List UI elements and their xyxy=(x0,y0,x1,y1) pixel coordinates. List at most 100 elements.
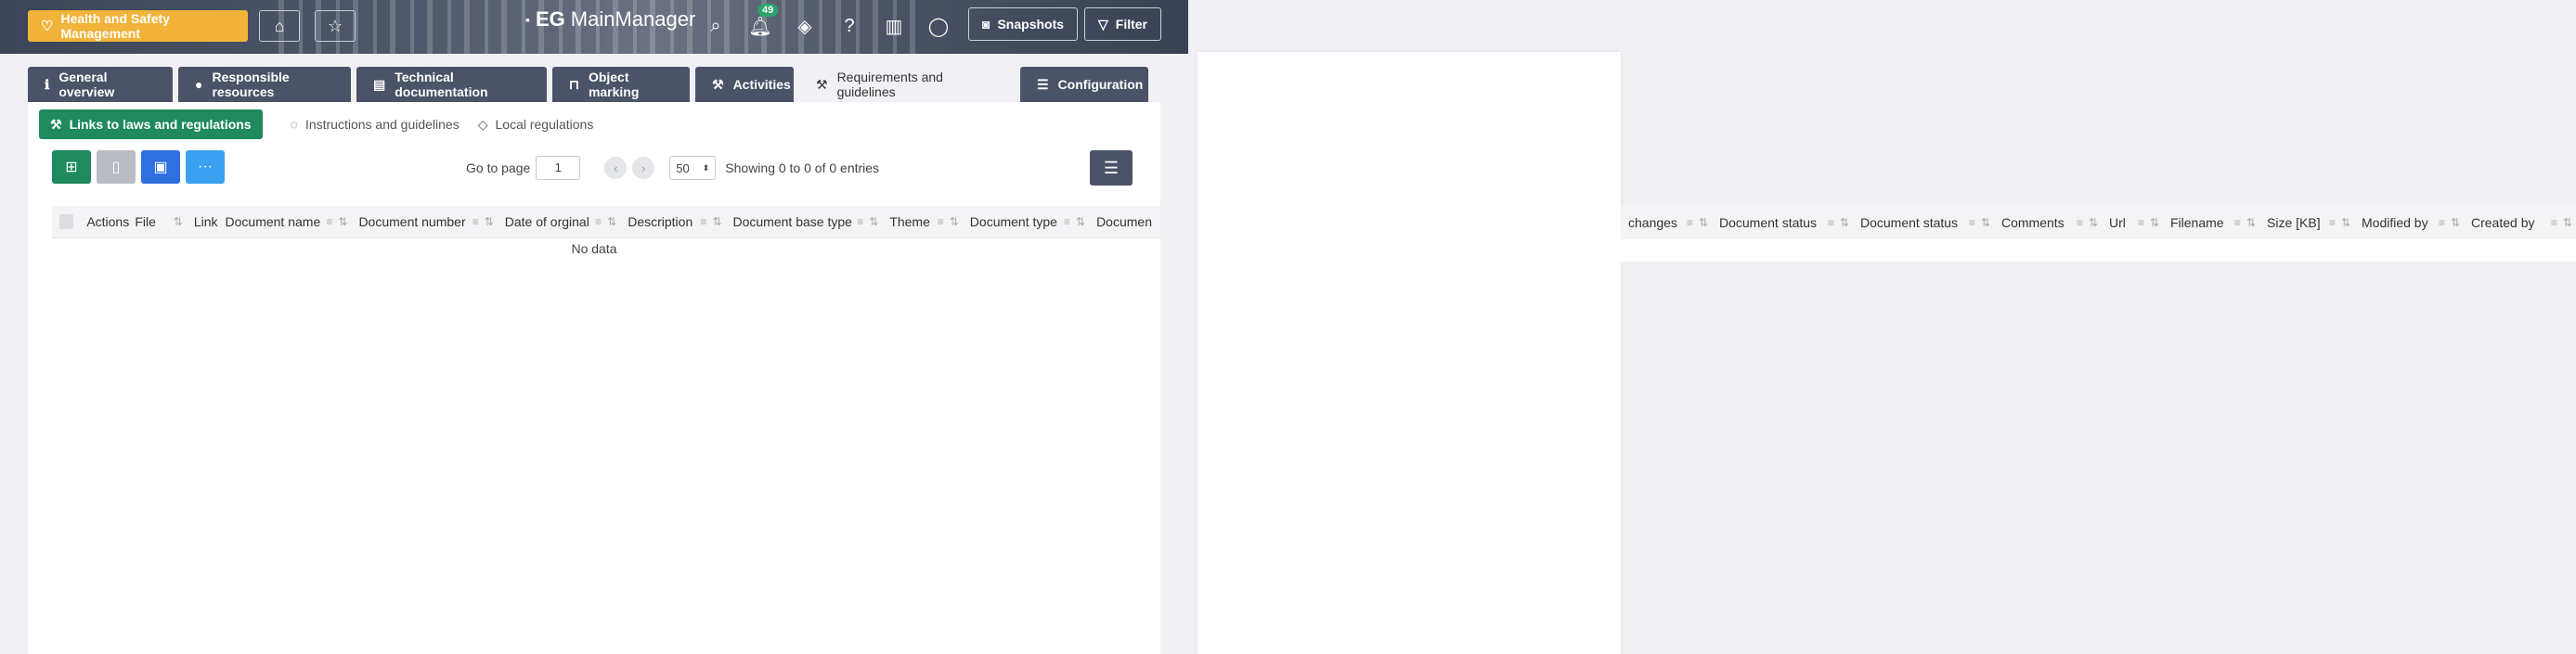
filter-button[interactable]: ▽ Filter xyxy=(1084,7,1162,41)
blank-panel xyxy=(1197,52,1621,654)
add-file-icon: ⊞ xyxy=(65,160,78,175)
column-header-document-name[interactable]: Document name ≡ ⇅ xyxy=(218,206,352,237)
export-pdf-button[interactable]: ▣ xyxy=(141,150,180,184)
ellipsis-icon: ··· xyxy=(198,159,213,174)
tab-label: Technical documentation xyxy=(395,70,488,99)
next-page-icon[interactable]: › xyxy=(632,157,655,179)
funnel-icon: ▽ xyxy=(1098,16,1108,32)
tab-label: Responsible resources xyxy=(212,70,290,99)
subtab-links-to-laws[interactable]: ⚒ Links to laws and regulations xyxy=(39,109,263,139)
pagination: Go to page 1 ‹ › 50 ⬍ Showing 0 to 0 of … xyxy=(466,156,879,180)
table-toolbar: ⊞ ▯ ▣ ··· xyxy=(52,150,225,184)
column-header-changes[interactable]: changes ≡ ⇅ xyxy=(1621,207,1712,238)
module-button-label: Health and Safety Management xyxy=(60,11,170,41)
filter-lines-icon: ≡ xyxy=(857,215,864,228)
tab-responsible-resources[interactable]: ● Responsible resources xyxy=(178,67,351,102)
column-header-file[interactable]: File ⇅ xyxy=(127,206,187,237)
book-icon[interactable]: ▥ xyxy=(882,14,906,38)
sort-icon: ⇅ xyxy=(2340,216,2350,229)
column-header-document-status[interactable]: Document status ≡ ⇅ xyxy=(1712,207,1853,238)
user-icon[interactable]: ◯ xyxy=(926,14,951,38)
column-header-document-type[interactable]: Document type ≡ ⇅ xyxy=(963,206,1089,237)
filter-lines-icon: ≡ xyxy=(2233,216,2241,229)
subtab-label: Local regulations xyxy=(495,117,594,132)
filter-lines-icon: ≡ xyxy=(595,215,602,228)
filter-lines-icon: ≡ xyxy=(1063,215,1070,228)
sort-icon: ⇅ xyxy=(1076,215,1086,228)
list-icon: ☰ xyxy=(1103,158,1120,177)
filter-lines-icon: ≡ xyxy=(2550,216,2557,229)
snapshots-label: Snapshots xyxy=(997,17,1065,32)
tab-label: General overview xyxy=(58,70,115,99)
filter-lines-icon: ≡ xyxy=(1827,216,1834,229)
column-header-link[interactable]: Link xyxy=(187,206,218,237)
disabled-file-button[interactable]: ▯ xyxy=(97,150,136,184)
filter-lines-icon: ≡ xyxy=(2328,216,2336,229)
empty-table-message: No data xyxy=(571,241,617,256)
notification-badge: 49 xyxy=(757,4,779,17)
column-header-size[interactable]: Size [KB] ≡ ⇅ xyxy=(2259,207,2354,238)
favorites-button[interactable]: ☆ xyxy=(315,10,356,42)
diamond-icon: ◇ xyxy=(477,116,488,132)
select-all-checkbox[interactable] xyxy=(59,214,74,229)
column-header-date-of-original[interactable]: Date of orginal ≡ ⇅ xyxy=(498,206,620,237)
sort-icon: ⇅ xyxy=(607,215,617,228)
tab-technical-documentation[interactable]: ▤ Technical documentation xyxy=(356,67,547,102)
info-icon: ℹ xyxy=(45,76,50,92)
column-header-document-number[interactable]: Document number ≡ ⇅ xyxy=(351,206,497,237)
page-size-value: 50 xyxy=(676,160,690,175)
bell-icon[interactable]: 🔔︎ xyxy=(748,14,772,38)
column-header-actions: Actions xyxy=(86,214,130,229)
tab-requirements-and-guidelines[interactable]: ⚒ Requirements and guidelines xyxy=(799,67,1015,102)
tab-configuration[interactable]: ☰ Configuration xyxy=(1020,67,1148,102)
column-header-description[interactable]: Description ≡ ⇅ xyxy=(620,206,725,237)
column-header-filename[interactable]: Filename ≡ ⇅ xyxy=(2163,207,2259,238)
tab-general-overview[interactable]: ℹ General overview xyxy=(28,67,173,102)
subtab-local-regulations[interactable]: ◇ Local regulations xyxy=(478,109,594,139)
page-input[interactable]: 1 xyxy=(536,156,581,180)
file-icon: ▯ xyxy=(111,160,121,175)
sort-icon: ⇅ xyxy=(1698,216,1708,229)
column-chooser-button[interactable]: ☰ xyxy=(1090,150,1133,186)
new-document-button[interactable]: ⊞ xyxy=(52,150,91,184)
column-header-created-by[interactable]: Created by ≡ ⇅ xyxy=(2464,207,2576,238)
navigation-icon[interactable]: ◈ xyxy=(793,14,817,38)
tab-label: Configuration xyxy=(1057,77,1144,92)
spinner-icon: ⬍ xyxy=(702,162,710,173)
table-empty-row xyxy=(1621,239,2576,262)
more-button[interactable]: ··· xyxy=(186,150,225,184)
star-icon: ☆ xyxy=(327,16,343,35)
tab-object-marking[interactable]: ⊓ Object marking xyxy=(552,67,690,102)
filter-label: Filter xyxy=(1115,17,1148,32)
column-header-modified-by[interactable]: Modified by ≡ ⇅ xyxy=(2354,207,2464,238)
prev-page-icon[interactable]: ‹ xyxy=(604,157,628,179)
module-button[interactable]: ♡ Health and Safety Management xyxy=(28,10,248,42)
filter-lines-icon: ≡ xyxy=(2137,216,2144,229)
column-header-comments[interactable]: Comments ≡ ⇅ xyxy=(1994,207,2102,238)
sort-icon: ⇅ xyxy=(712,215,722,228)
help-icon[interactable]: ? xyxy=(837,14,861,38)
column-header-document-status-2[interactable]: Document status ≡ ⇅ xyxy=(1853,207,1994,238)
page-size-select[interactable]: 50 ⬍ xyxy=(669,156,717,180)
sort-icon: ⇅ xyxy=(173,215,183,228)
column-header-url[interactable]: Url ≡ ⇅ xyxy=(2102,207,2163,238)
snapshots-button[interactable]: ◙ Snapshots xyxy=(968,7,1079,41)
tab-label: Activities xyxy=(732,77,791,92)
goto-label: Go to page xyxy=(466,160,531,175)
home-button[interactable]: ⌂ xyxy=(259,10,300,42)
subtab-instructions[interactable]: ◌ Instructions and guidelines xyxy=(291,109,460,139)
sort-icon: ⇅ xyxy=(338,215,348,228)
tab-label: Object marking xyxy=(588,70,640,99)
sort-icon: ⇅ xyxy=(2450,216,2460,229)
logo-mark-icon: ▪ xyxy=(525,12,530,27)
column-header-document-base-type[interactable]: Document base type ≡ ⇅ xyxy=(726,206,883,237)
entries-info: Showing 0 to 0 of 0 entries xyxy=(725,160,880,175)
column-header-document-truncated[interactable]: Documen xyxy=(1089,206,1160,237)
hammer-icon: ⚒ xyxy=(816,76,828,92)
sort-icon: ⇅ xyxy=(869,215,879,228)
search-icon[interactable]: ⌕ xyxy=(704,14,728,38)
column-header-theme[interactable]: Theme ≡ ⇅ xyxy=(882,206,962,237)
sub-tabs: ⚒ Links to laws and regulations ◌ Instru… xyxy=(39,109,593,139)
tab-activities[interactable]: ⚒ Activities xyxy=(695,67,794,102)
sort-icon: ⇅ xyxy=(2088,216,2098,229)
